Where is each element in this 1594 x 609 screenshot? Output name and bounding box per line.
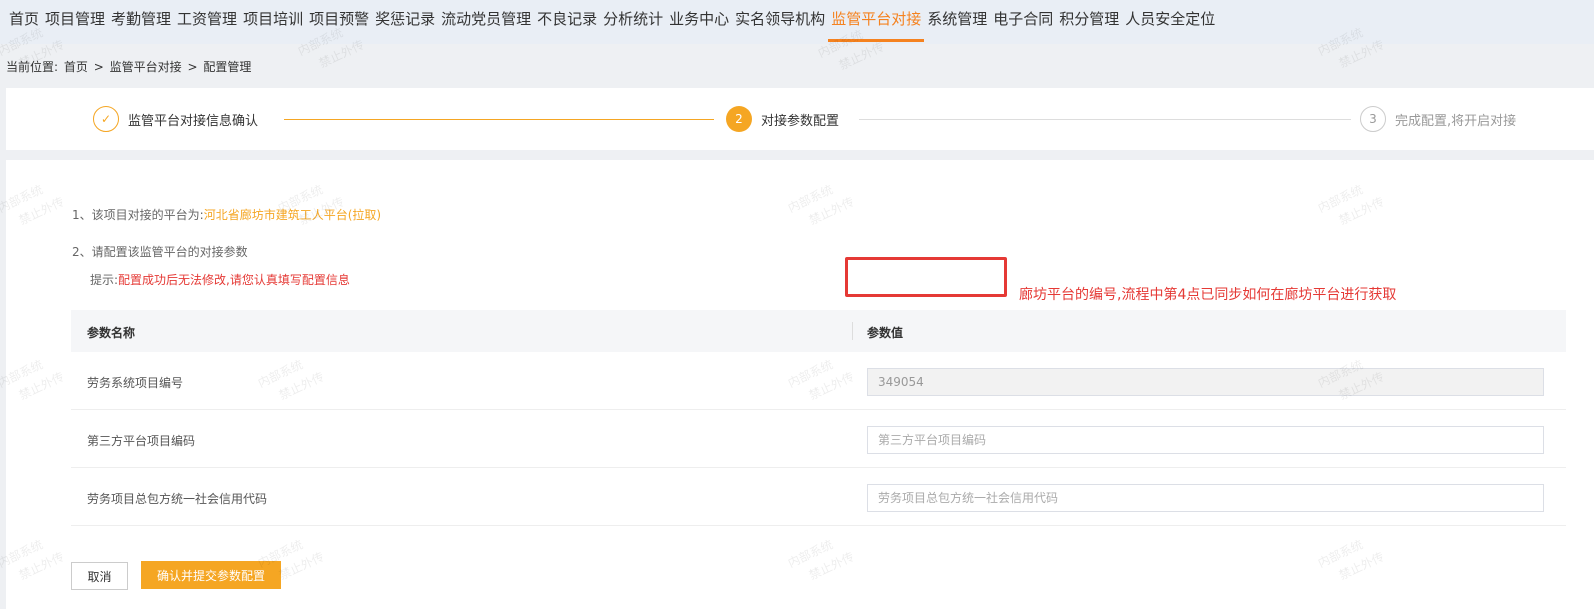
- nav-item-13[interactable]: 系统管理: [924, 0, 990, 44]
- nav-item-4[interactable]: 项目培训: [240, 0, 306, 44]
- step-3-label: 完成配置,将开启对接: [1395, 114, 1517, 129]
- step-3-number: 3: [1360, 106, 1386, 132]
- config-hint: 提示:配置成功后无法修改,请您认真填写配置信息: [90, 271, 350, 288]
- annotation-note: 廊坊平台的编号,流程中第4点已同步如何在廊坊平台进行获取: [1019, 287, 1397, 303]
- breadcrumb-sep: >: [93, 60, 104, 74]
- table-header: 参数名称 参数值: [71, 310, 1566, 352]
- param-name-credit-code: 劳务项目总包方统一社会信用代码: [87, 492, 268, 506]
- config-instruction: 2、请配置该监管平台的对接参数: [72, 245, 248, 259]
- credit-code-input[interactable]: [867, 484, 1544, 512]
- nav-item-16[interactable]: 人员安全定位: [1122, 0, 1218, 44]
- step-2-number: 2: [726, 106, 752, 132]
- nav-item-8[interactable]: 不良记录: [534, 0, 600, 44]
- table-row: 第三方平台项目编码: [71, 410, 1566, 468]
- platform-info-prefix: 1、该项目对接的平台为:: [72, 208, 204, 222]
- breadcrumb-prefix: 当前位置:: [6, 60, 59, 74]
- col-param-name: 参数名称: [87, 326, 136, 340]
- third-party-code-input[interactable]: [867, 426, 1544, 454]
- table-row: 劳务系统项目编号: [71, 352, 1566, 410]
- header-divider: [852, 322, 853, 340]
- breadcrumb-platform[interactable]: 监管平台对接: [110, 60, 182, 74]
- nav-item-7[interactable]: 流动党员管理: [438, 0, 534, 44]
- breadcrumb-current: 配置管理: [203, 60, 252, 74]
- param-name-third-party-code: 第三方平台项目编码: [87, 434, 196, 448]
- step-done-check-icon: ✓: [93, 106, 119, 132]
- nav-item-6[interactable]: 奖惩记录: [372, 0, 438, 44]
- nav-item-5[interactable]: 项目预警: [306, 0, 372, 44]
- step-2-label: 对接参数配置: [761, 114, 840, 129]
- step-connector-pending: [859, 119, 1351, 120]
- nav-item-10[interactable]: 业务中心: [666, 0, 732, 44]
- nav-item-9[interactable]: 分析统计: [600, 0, 666, 44]
- top-nav: 首页 项目管理 考勤管理 工资管理 项目培训 项目预警 奖惩记录 流动党员管理 不良记录 分析统计…: [0, 0, 1594, 44]
- labor-project-no-input: [867, 368, 1544, 396]
- breadcrumb-sep: >: [187, 60, 198, 74]
- nav-item-12[interactable]: 监管平台对接: [828, 0, 925, 44]
- nav-item-2[interactable]: 考勤管理: [108, 0, 174, 44]
- config-card: 1、该项目对接的平台为:河北省廊坊市建筑工人平台(拉取) 2、请配置该监管平台的…: [6, 160, 1594, 609]
- param-name-labor-project-no: 劳务系统项目编号: [87, 376, 184, 390]
- param-table: 参数名称 参数值 劳务系统项目编号 第三方平台项目编码 劳务项目总包方统一社会信…: [71, 310, 1566, 526]
- nav-item-14[interactable]: 电子合同: [990, 0, 1056, 44]
- breadcrumb: 当前位置: 首页 > 监管平台对接 > 配置管理: [6, 58, 253, 75]
- hint-warning: 配置成功后无法修改,请您认真填写配置信息: [118, 273, 350, 287]
- nav-item-0[interactable]: 首页: [6, 0, 42, 44]
- step-connector-done: [284, 119, 714, 120]
- col-param-value: 参数值: [867, 326, 904, 340]
- platform-info: 1、该项目对接的平台为:河北省廊坊市建筑工人平台(拉取): [72, 206, 381, 223]
- hint-prefix: 提示:: [90, 273, 119, 287]
- nav-item-1[interactable]: 项目管理: [42, 0, 108, 44]
- steps-bar: ✓ 监管平台对接信息确认 2 对接参数配置 3 完成配置,将开启对接: [6, 88, 1594, 150]
- step-1-label: 监管平台对接信息确认: [128, 114, 259, 129]
- nav-item-15[interactable]: 积分管理: [1056, 0, 1122, 44]
- cancel-button[interactable]: 取消: [71, 562, 128, 590]
- nav-item-3[interactable]: 工资管理: [174, 0, 240, 44]
- submit-config-button[interactable]: 确认并提交参数配置: [141, 561, 281, 589]
- table-row: 劳务项目总包方统一社会信用代码: [71, 468, 1566, 526]
- breadcrumb-home[interactable]: 首页: [64, 60, 88, 74]
- nav-item-11[interactable]: 实名领导机构: [732, 0, 828, 44]
- platform-name: 河北省廊坊市建筑工人平台(拉取): [203, 208, 382, 222]
